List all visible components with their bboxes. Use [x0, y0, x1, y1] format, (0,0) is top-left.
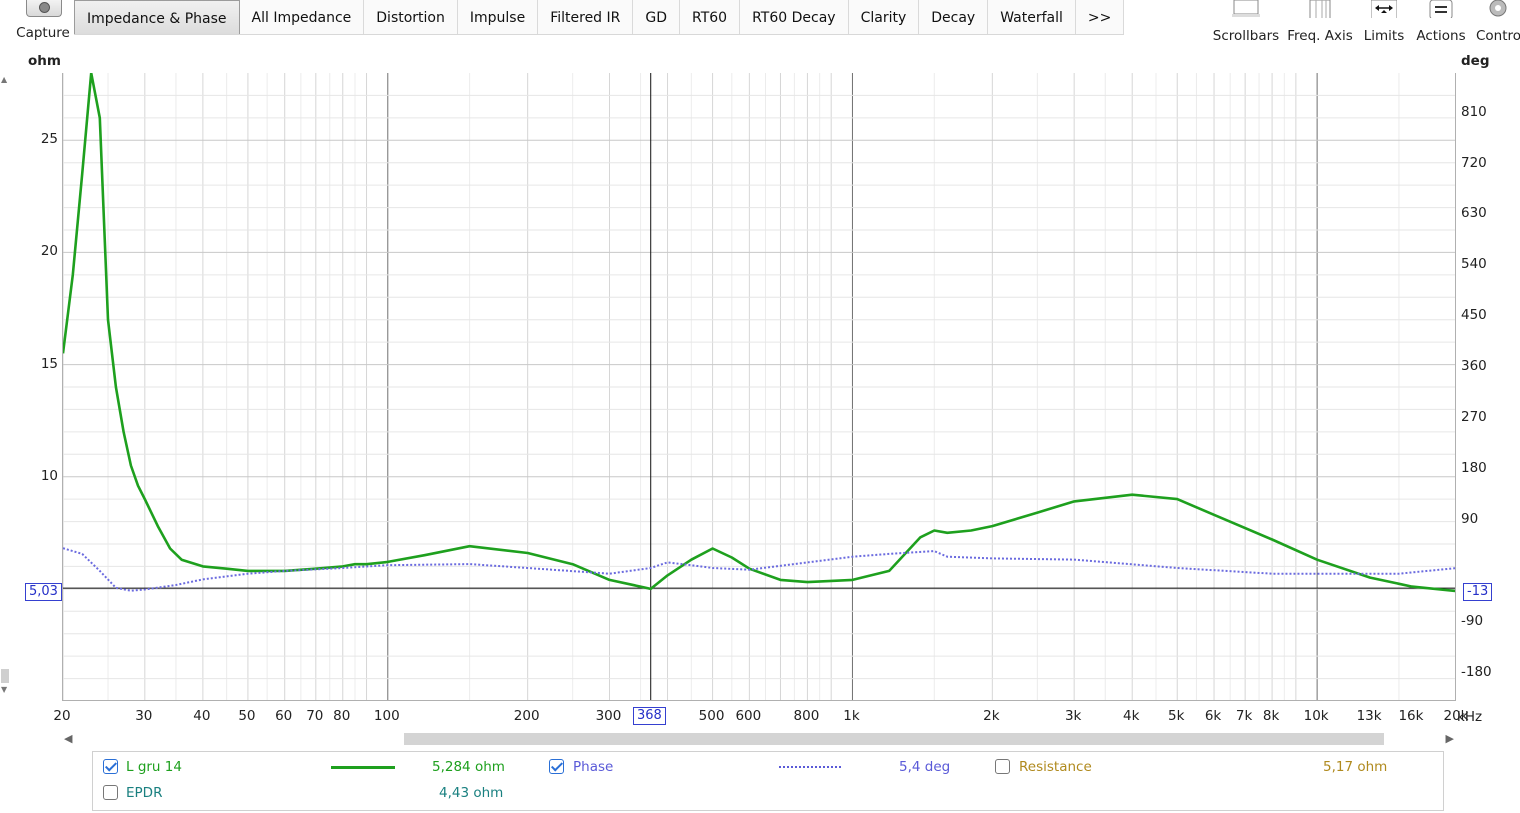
tab-waterfall[interactable]: Waterfall	[988, 0, 1076, 34]
tab-more-button[interactable]: >>	[1075, 0, 1125, 34]
actions-icon	[1429, 0, 1453, 18]
right-tick-label: -180	[1461, 663, 1492, 680]
l-gru-14-value: 5,284 ohm	[432, 759, 505, 775]
horizontal-scroll-thumb[interactable]	[404, 733, 1384, 745]
graph-tabs: Impedance & Phase All Impedance Distorti…	[74, 0, 1125, 35]
impedance-series-line	[63, 73, 1455, 593]
capture-label: Capture	[16, 25, 70, 41]
x-tick-label: 40	[193, 708, 211, 724]
vertical-scroll-thumb[interactable]	[1, 669, 9, 683]
resistance-name: Resistance	[1019, 759, 1092, 775]
tab-all-impedance[interactable]: All Impedance	[239, 0, 365, 34]
scroll-left-arrow-icon[interactable]: ◀	[64, 731, 72, 747]
x-axis-unit: kHz	[1457, 709, 1483, 725]
actions-label: Actions	[1416, 28, 1466, 44]
x-tick-label: 600	[735, 708, 762, 724]
tab-filtered-ir[interactable]: Filtered IR	[538, 0, 634, 34]
left-tick-label: 10	[40, 467, 58, 484]
right-tick-label: 90	[1461, 510, 1479, 527]
freq-axis-label: Freq. Axis	[1287, 28, 1353, 44]
x-tick-label: 200	[513, 708, 540, 724]
scroll-down-arrow-icon[interactable]: ▼	[1, 685, 7, 694]
left-tick-label: 25	[40, 131, 58, 148]
right-tick-label: 270	[1461, 409, 1487, 426]
tab-rt60[interactable]: RT60	[680, 0, 741, 34]
scrollbars-icon	[1232, 0, 1260, 17]
scrollbars-label: Scrollbars	[1212, 28, 1280, 44]
tab-decay[interactable]: Decay	[919, 0, 989, 34]
phase-value: 5,4 deg	[899, 759, 951, 775]
freq-axis-icon	[1309, 0, 1331, 18]
l-gru-14-name: L gru 14	[126, 759, 182, 775]
x-tick-label: 50	[238, 708, 256, 724]
epdr-checkbox[interactable]	[103, 785, 118, 800]
x-tick-label: 3k	[1064, 708, 1082, 724]
phase-swatch	[779, 766, 841, 768]
scroll-right-arrow-icon[interactable]: ▶	[1446, 731, 1454, 747]
scroll-up-arrow-icon[interactable]: ▲	[1, 75, 7, 84]
limits-label: Limits	[1363, 28, 1405, 44]
phase-checkbox[interactable]	[549, 759, 564, 774]
right-tick-label: 810	[1461, 103, 1487, 120]
x-tick-label: 20	[53, 708, 71, 724]
left-tick-label: 20	[40, 243, 58, 260]
x-tick-label: 100	[373, 708, 400, 724]
right-tick-label: 360	[1461, 358, 1487, 375]
cursor-freq-readout[interactable]: 368	[633, 707, 666, 725]
x-tick-label: 13k	[1356, 708, 1382, 724]
resistance-checkbox[interactable]	[995, 759, 1010, 774]
cursor-ohm-readout: 5,03	[25, 583, 62, 601]
x-tick-label: 16k	[1398, 708, 1424, 724]
x-tick-label: 30	[135, 708, 153, 724]
x-tick-label: 8k	[1262, 708, 1280, 724]
epdr-value: 4,43 ohm	[439, 785, 504, 801]
resistance-value: 5,17 ohm	[1323, 759, 1388, 775]
x-tick-label: 800	[793, 708, 820, 724]
phase-name: Phase	[573, 759, 614, 775]
horizontal-scrollbar[interactable]: ◀ ▶	[62, 731, 1456, 747]
tab-impulse[interactable]: Impulse	[457, 0, 539, 34]
legend-panel: L gru 14 5,284 ohm Phase 5,4 deg Resista…	[92, 751, 1444, 811]
gear-icon	[1489, 0, 1507, 17]
tab-distortion[interactable]: Distortion	[364, 0, 458, 34]
limits-icon	[1371, 0, 1397, 18]
capture-button[interactable]: Capture	[12, 0, 74, 44]
x-tick-label: 80	[333, 708, 351, 724]
controls-label: Contro	[1476, 28, 1520, 44]
right-tick-label: 180	[1461, 460, 1487, 477]
epdr-name: EPDR	[126, 785, 163, 801]
impedance-phase-chart[interactable]	[63, 73, 1456, 701]
x-tick-label: 5k	[1168, 708, 1185, 724]
left-tick-label: 15	[40, 355, 58, 372]
impedance-plot[interactable]	[62, 73, 1456, 701]
l-gru-14-checkbox[interactable]	[103, 759, 118, 774]
tab-rt60-decay[interactable]: RT60 Decay	[740, 0, 849, 34]
phase-series-line	[63, 547, 1455, 592]
x-tick-label: 500	[698, 708, 725, 724]
tab-gd[interactable]: GD	[633, 0, 681, 34]
l-gru-14-swatch	[331, 766, 395, 769]
tab-clarity[interactable]: Clarity	[848, 0, 920, 34]
camera-icon	[26, 0, 62, 17]
right-tick-label: 720	[1461, 154, 1487, 171]
right-tick-label: -90	[1461, 612, 1484, 629]
right-tick-label: 540	[1461, 256, 1487, 273]
right-axis-unit: deg	[1461, 53, 1490, 69]
left-axis-unit: ohm	[28, 53, 61, 69]
x-tick-label: 2k	[983, 708, 1000, 724]
x-tick-label: 10k	[1303, 708, 1329, 724]
vertical-scrollbar[interactable]: ▲ ▼	[0, 73, 10, 701]
right-tick-label: 630	[1461, 205, 1487, 222]
x-tick-label: 4k	[1122, 708, 1140, 724]
tab-impedance-phase[interactable]: Impedance & Phase	[74, 0, 240, 34]
right-tick-label: 450	[1461, 307, 1487, 324]
cursor-deg-readout: -13	[1463, 583, 1493, 601]
x-tick-label: 1k	[843, 708, 860, 724]
x-tick-label: 300	[595, 708, 622, 724]
